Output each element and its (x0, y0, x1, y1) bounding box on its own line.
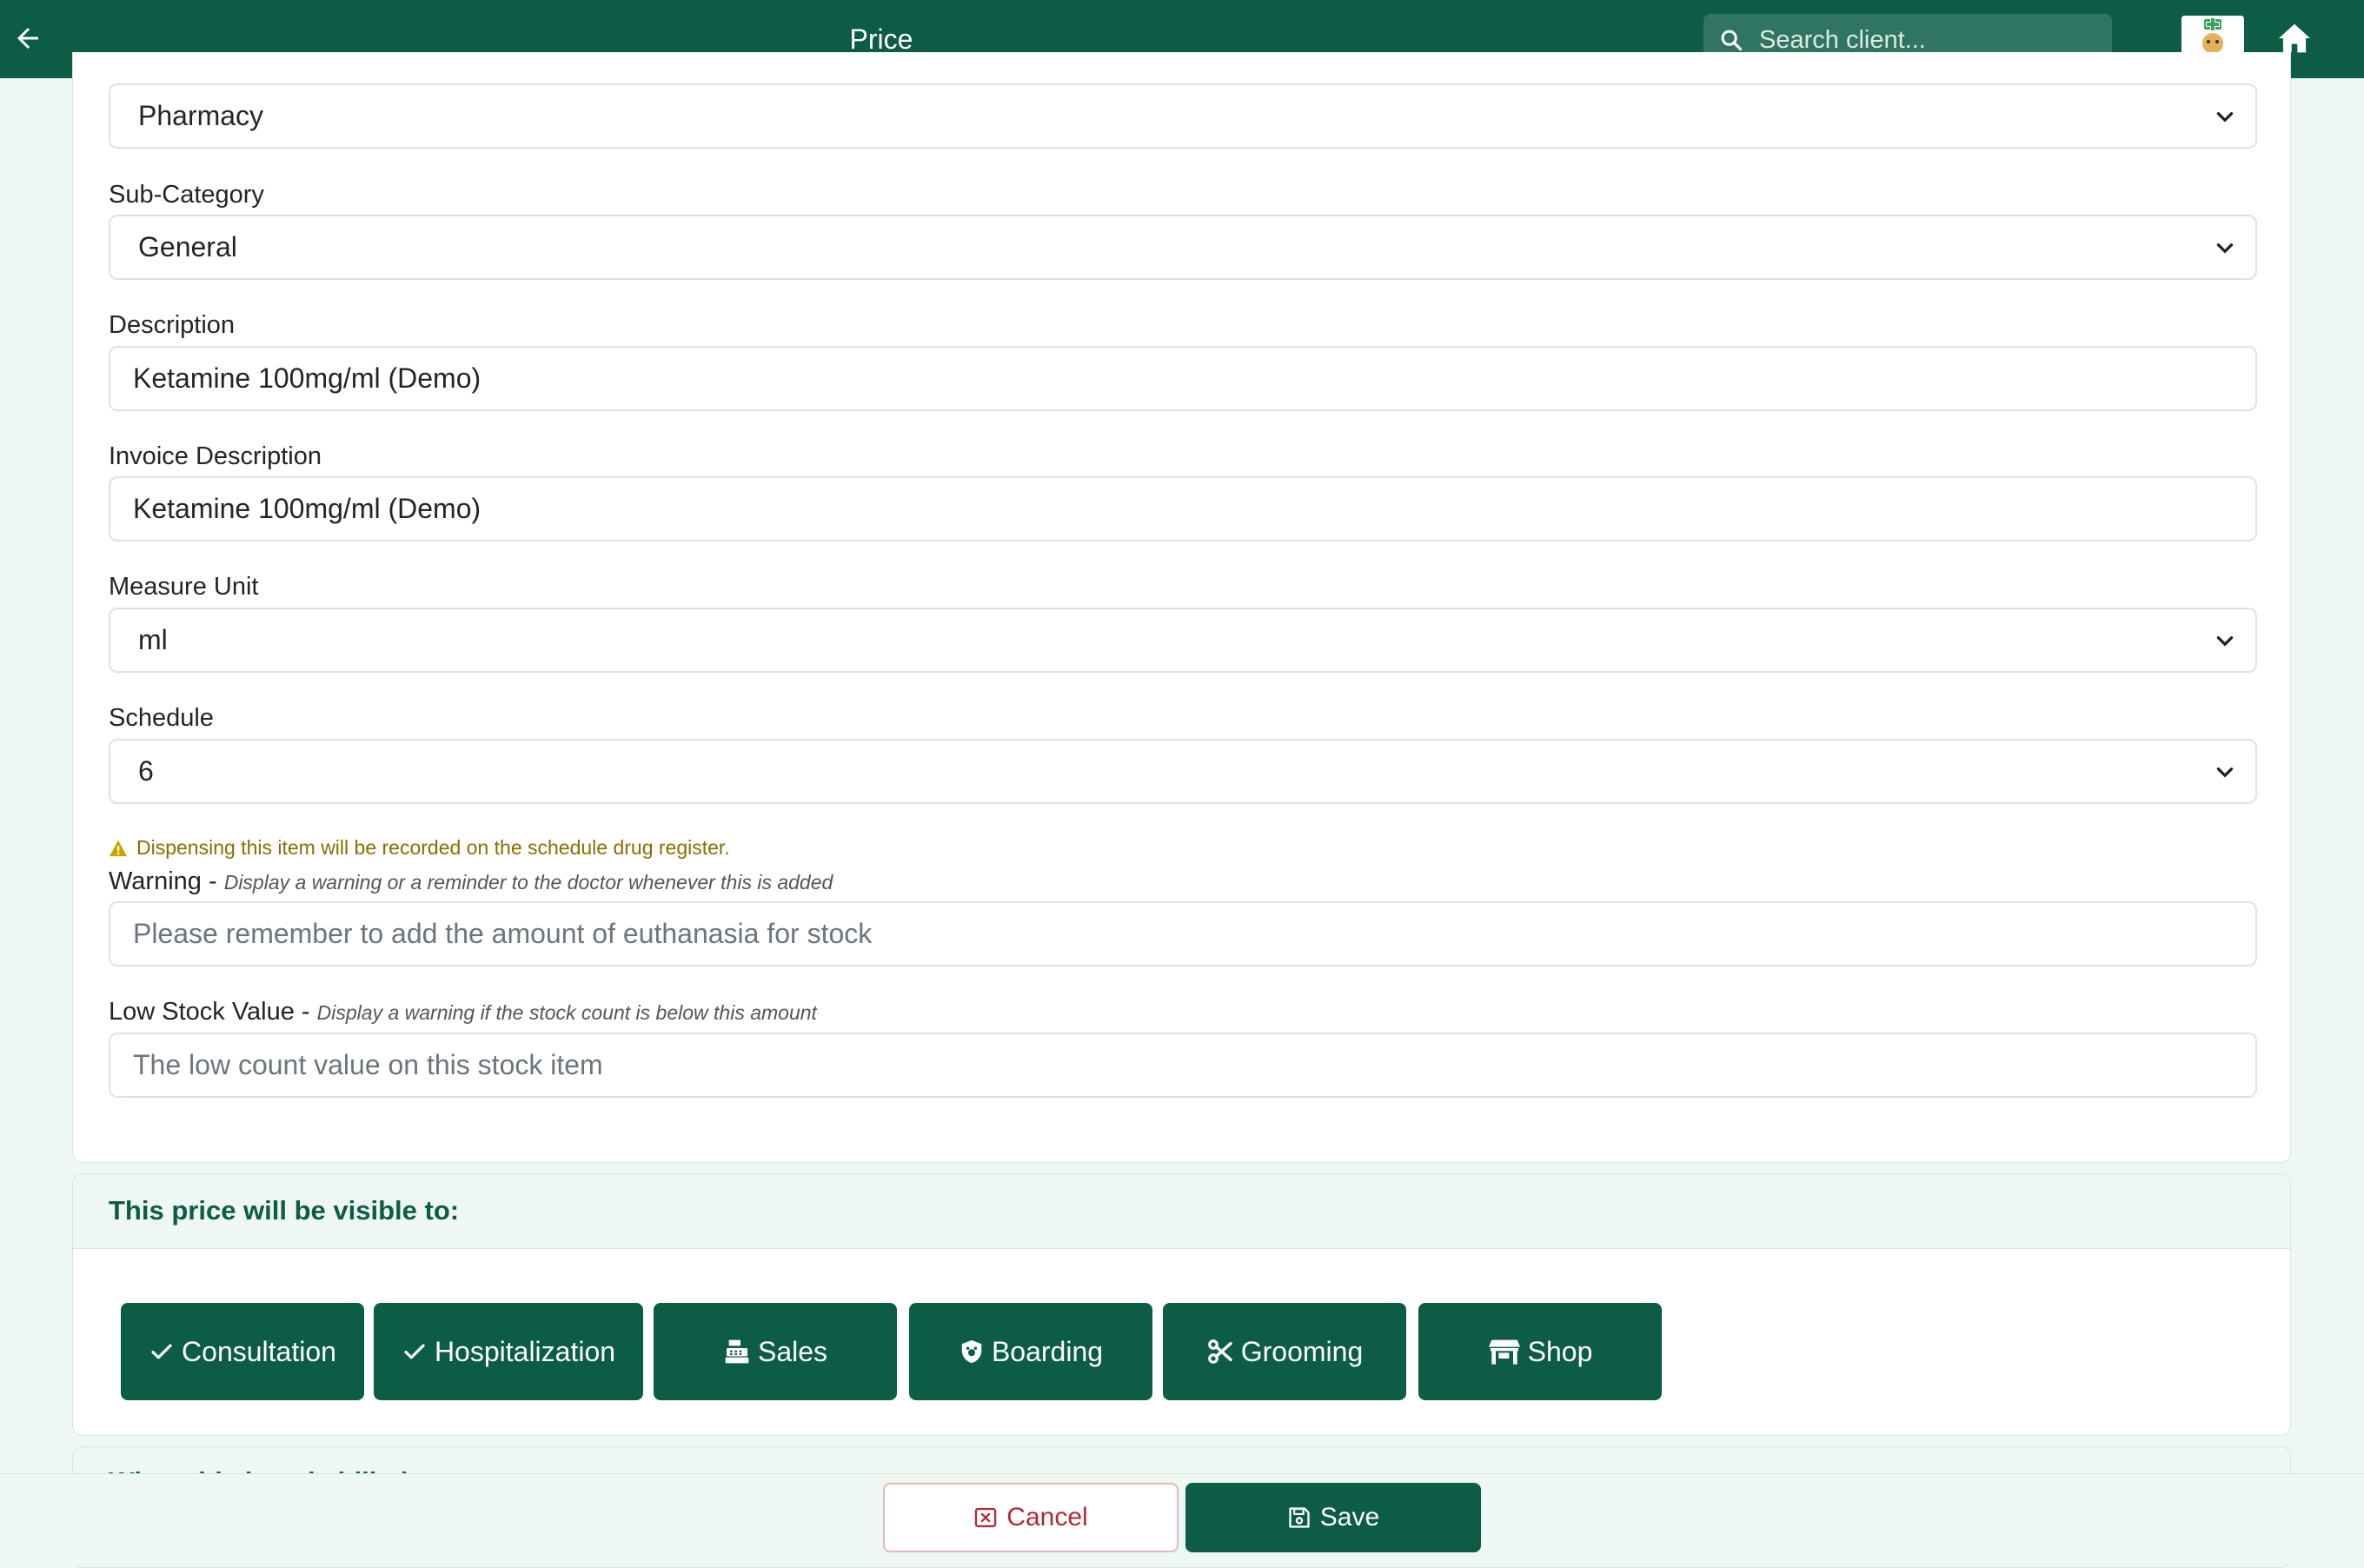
category-select[interactable]: Pharmacy (109, 83, 2257, 149)
cash-register-icon (725, 1339, 749, 1364)
sub-category-value: General (138, 231, 237, 262)
schedule-notice-text: Dispensing this item will be recorded on… (136, 836, 730, 859)
save-button[interactable]: Save (1185, 1483, 1481, 1552)
invoice-description-label: Invoice Description (109, 442, 322, 470)
low-stock-hint: Display a warning if the stock count is … (316, 1001, 817, 1024)
search-input[interactable] (1757, 24, 2091, 56)
measure-unit-label: Measure Unit (109, 573, 259, 601)
shield-icon (961, 1339, 982, 1364)
schedule-select[interactable]: 6 (109, 739, 2257, 804)
hospitalization-label: Hospitalization (434, 1335, 616, 1367)
schedule-label: Schedule (109, 704, 214, 732)
visible-boarding-button[interactable]: Boarding (909, 1303, 1152, 1400)
item-details-card: Pharmacy Sub-Category General Descriptio… (72, 52, 2291, 1163)
description-input[interactable]: Ketamine 100mg/ml (Demo) (109, 346, 2257, 411)
invoice-description-input[interactable]: Ketamine 100mg/ml (Demo) (109, 476, 2257, 541)
floppy-disk-icon (1289, 1507, 1310, 1528)
cancel-label: Cancel (1006, 1503, 1088, 1531)
visibility-card: This price will be visible to: Consultat… (72, 1173, 2291, 1436)
chevron-down-icon (2216, 243, 2234, 254)
check-icon (404, 1344, 425, 1359)
warning-hint: Display a warning or a reminder to the d… (223, 871, 833, 894)
chevron-down-icon (2216, 767, 2234, 778)
visible-shop-button[interactable]: Shop (1418, 1303, 1662, 1400)
warning-placeholder: Please remember to add the amount of eut… (133, 918, 873, 949)
store-icon (1488, 1339, 1520, 1365)
description-label: Description (109, 311, 236, 339)
low-stock-label-text: Low Stock Value (109, 998, 295, 1026)
schedule-value: 6 (138, 755, 154, 787)
visible-sales-button[interactable]: Sales (654, 1303, 897, 1400)
cancel-button[interactable]: Cancel (883, 1483, 1179, 1552)
category-value: Pharmacy (138, 100, 264, 131)
close-square-icon (975, 1507, 997, 1528)
sub-category-select[interactable]: General (109, 215, 2257, 280)
visible-hospitalization-button[interactable]: Hospitalization (374, 1303, 643, 1400)
boarding-label: Boarding (991, 1335, 1104, 1367)
schedule-notice: Dispensing this item will be recorded on… (109, 836, 730, 860)
save-label: Save (1319, 1503, 1380, 1531)
description-value: Ketamine 100mg/ml (Demo) (133, 362, 481, 394)
action-footer: Cancel Save (0, 1473, 2364, 1565)
low-stock-placeholder: The low count value on this stock item (133, 1049, 603, 1080)
scissors-icon (1207, 1339, 1232, 1364)
low-stock-input[interactable]: The low count value on this stock item (109, 1033, 2257, 1098)
warning-input[interactable]: Please remember to add the amount of eut… (109, 901, 2257, 967)
visibility-header: This price will be visible to: (73, 1174, 2290, 1249)
shop-label: Shop (1527, 1335, 1593, 1367)
sales-label: Sales (757, 1335, 828, 1367)
warning-label: Warning - Display a warning or a reminde… (109, 867, 833, 895)
chevron-down-icon (2216, 636, 2234, 647)
chevron-down-icon (2216, 112, 2234, 123)
measure-unit-value: ml (138, 624, 168, 655)
low-stock-label: Low Stock Value - Display a warning if t… (109, 998, 817, 1026)
visible-grooming-button[interactable]: Grooming (1163, 1303, 1406, 1400)
warning-label-text: Warning (109, 867, 202, 895)
measure-unit-select[interactable]: ml (109, 608, 2257, 673)
visibility-title: This price will be visible to: (109, 1195, 460, 1226)
sub-category-label: Sub-Category (109, 181, 264, 209)
invoice-description-value: Ketamine 100mg/ml (Demo) (133, 493, 481, 524)
warning-triangle-icon (110, 840, 127, 856)
search-icon (1721, 30, 1743, 51)
consultation-label: Consultation (182, 1335, 336, 1367)
grooming-label: Grooming (1240, 1335, 1364, 1367)
check-icon (151, 1344, 172, 1359)
visible-consultation-button[interactable]: Consultation (121, 1303, 364, 1400)
